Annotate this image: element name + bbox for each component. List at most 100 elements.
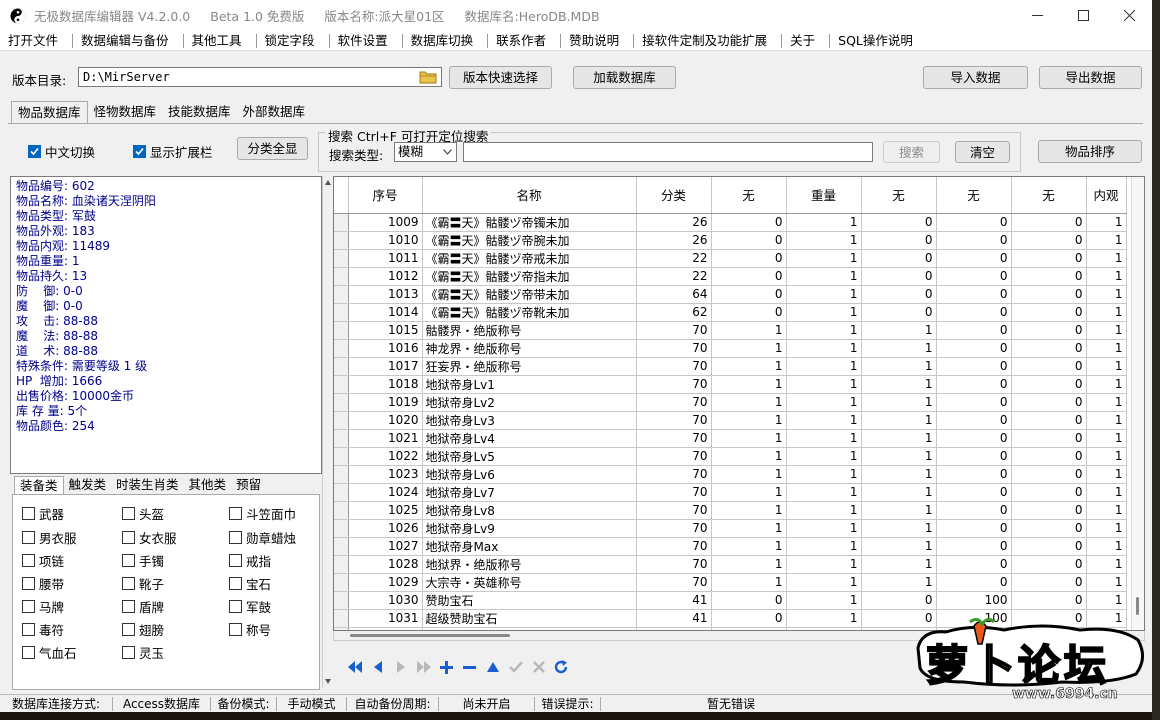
show-all-categories-button[interactable]: 分类全显 bbox=[237, 137, 308, 160]
column-header[interactable]: 无 bbox=[711, 177, 787, 214]
row-indicator[interactable] bbox=[334, 303, 349, 322]
table-cell[interactable]: 1012 bbox=[348, 267, 423, 286]
table-cell[interactable]: 1 bbox=[786, 303, 862, 322]
table-cell[interactable]: 《霸〓天》骷髅ヅ帝戒未加 bbox=[422, 249, 637, 268]
table-cell[interactable]: 0 bbox=[861, 303, 937, 322]
menu-open-file[interactable]: 打开文件 bbox=[0, 33, 74, 48]
row-indicator[interactable] bbox=[334, 501, 349, 520]
menu-lock-fields[interactable]: 锁定字段 bbox=[257, 33, 330, 48]
table-cell[interactable]: 0 bbox=[711, 231, 787, 250]
table-cell[interactable]: 1 bbox=[1086, 249, 1127, 268]
table-cell[interactable]: 1 bbox=[1086, 393, 1127, 412]
table-cell[interactable]: 1 bbox=[786, 501, 862, 520]
table-cell[interactable]: 1 bbox=[711, 537, 787, 556]
cat-checkbox[interactable]: 男衣服 bbox=[22, 528, 77, 547]
table-cell[interactable]: 《霸〓天》骷髅ヅ帝腕未加 bbox=[422, 231, 637, 250]
table-row[interactable]: 1018 地狱帝身Lv1 70 1 1 1 0 0 1 bbox=[334, 375, 1127, 394]
cancel-record-button[interactable] bbox=[527, 656, 550, 678]
table-cell[interactable]: 1 bbox=[861, 357, 937, 376]
table-cell[interactable]: 1031 bbox=[348, 609, 423, 628]
table-row[interactable]: 1020 地狱帝身Lv3 70 1 1 1 0 0 1 bbox=[334, 411, 1127, 430]
table-cell[interactable]: 0 bbox=[936, 537, 1012, 556]
row-indicator[interactable] bbox=[334, 483, 349, 502]
table-cell[interactable]: 1 bbox=[1086, 573, 1127, 592]
table-cell[interactable]: 0 bbox=[936, 447, 1012, 466]
table-cell[interactable]: 1 bbox=[1086, 591, 1127, 610]
table-cell[interactable]: 64 bbox=[636, 285, 712, 304]
table-cell[interactable]: 0 bbox=[1011, 357, 1087, 376]
table-row[interactable]: 1021 地狱帝身Lv4 70 1 1 1 0 0 1 bbox=[334, 429, 1127, 448]
table-cell[interactable]: 0 bbox=[1011, 537, 1087, 556]
column-header[interactable]: 名称 bbox=[422, 177, 637, 214]
menu-other-tools[interactable]: 其他工具 bbox=[184, 33, 257, 48]
row-indicator[interactable] bbox=[334, 267, 349, 286]
table-cell[interactable]: 1 bbox=[1086, 447, 1127, 466]
table-cell[interactable]: 41 bbox=[636, 609, 712, 628]
tab-external-db[interactable]: 外部数据库 bbox=[237, 101, 312, 123]
row-indicator[interactable] bbox=[334, 285, 349, 304]
table-cell[interactable]: 1 bbox=[861, 393, 937, 412]
table-cell[interactable]: 1 bbox=[1086, 285, 1127, 304]
table-cell[interactable]: 1 bbox=[1086, 411, 1127, 430]
table-cell[interactable]: 1 bbox=[861, 375, 937, 394]
table-cell[interactable]: 1 bbox=[861, 501, 937, 520]
table-cell[interactable]: 1 bbox=[786, 231, 862, 250]
table-cell[interactable]: 地狱帝身Lv9 bbox=[422, 519, 637, 538]
menu-contact[interactable]: 联系作者 bbox=[488, 33, 562, 48]
table-row[interactable]: 1027 地狱帝身Max 70 1 1 1 0 0 1 bbox=[334, 537, 1127, 556]
maximize-button[interactable] bbox=[1060, 0, 1106, 31]
table-row[interactable]: 1012 《霸〓天》骷髅ヅ帝指未加 22 0 1 0 0 0 1 bbox=[334, 267, 1127, 286]
table-cell[interactable]: 0 bbox=[936, 501, 1012, 520]
table-cell[interactable]: 1016 bbox=[348, 339, 423, 358]
table-cell[interactable]: 1 bbox=[861, 411, 937, 430]
row-indicator[interactable] bbox=[334, 447, 349, 466]
table-row[interactable]: 1014 《霸〓天》骷髅ヅ帝靴未加 62 0 1 0 0 0 1 bbox=[334, 303, 1127, 322]
table-cell[interactable]: 大宗寺・英雄称号 bbox=[422, 573, 637, 592]
cat-checkbox[interactable]: 戒指 bbox=[229, 551, 271, 570]
table-cell[interactable]: 1 bbox=[786, 483, 862, 502]
table-cell[interactable]: 1 bbox=[786, 591, 862, 610]
row-indicator[interactable] bbox=[334, 537, 349, 556]
table-cell[interactable]: 0 bbox=[936, 321, 1012, 340]
table-cell[interactable]: 0 bbox=[1011, 483, 1087, 502]
table-cell[interactable]: 70 bbox=[636, 375, 712, 394]
table-cell[interactable]: 赞助宝石 bbox=[422, 591, 637, 610]
row-indicator[interactable] bbox=[334, 573, 349, 592]
folder-browse-icon[interactable] bbox=[419, 70, 437, 84]
scroll-down-arrow-icon[interactable] bbox=[325, 679, 331, 684]
search-button[interactable]: 搜索 bbox=[883, 141, 940, 163]
table-cell[interactable]: 1020 bbox=[348, 411, 423, 430]
row-indicator[interactable] bbox=[334, 339, 349, 358]
table-cell[interactable]: 地狱帝身Lv4 bbox=[422, 429, 637, 448]
table-cell[interactable]: 1 bbox=[1086, 555, 1127, 574]
table-cell[interactable]: 0 bbox=[936, 213, 1012, 232]
table-row[interactable]: 1022 地狱帝身Lv5 70 1 1 1 0 0 1 bbox=[334, 447, 1127, 466]
table-cell[interactable]: 1 bbox=[786, 555, 862, 574]
edit-record-button[interactable] bbox=[481, 656, 504, 678]
table-cell[interactable]: 26 bbox=[636, 231, 712, 250]
table-row[interactable]: 1011 《霸〓天》骷髅ヅ帝戒未加 22 0 1 0 0 0 1 bbox=[334, 249, 1127, 268]
table-cell[interactable]: 1 bbox=[711, 501, 787, 520]
post-record-button[interactable] bbox=[504, 656, 527, 678]
table-cell[interactable]: 0 bbox=[1011, 339, 1087, 358]
table-cell[interactable]: 0 bbox=[1011, 267, 1087, 286]
cat-checkbox[interactable]: 斗笠面巾 bbox=[229, 504, 296, 523]
table-cell[interactable]: 70 bbox=[636, 483, 712, 502]
table-cell[interactable]: 0 bbox=[936, 573, 1012, 592]
table-cell[interactable]: 《霸〓天》骷髅ヅ帝带未加 bbox=[422, 285, 637, 304]
table-cell[interactable]: 1 bbox=[711, 465, 787, 484]
refresh-button[interactable] bbox=[550, 656, 573, 678]
cat-checkbox[interactable]: 军鼓 bbox=[229, 597, 271, 616]
tab-other[interactable]: 其他类 bbox=[184, 476, 232, 494]
table-cell[interactable]: 0 bbox=[1011, 213, 1087, 232]
row-indicator[interactable] bbox=[334, 321, 349, 340]
table-cell[interactable]: 0 bbox=[1011, 573, 1087, 592]
table-cell[interactable]: 地狱帝身Lv7 bbox=[422, 483, 637, 502]
table-row[interactable]: 1019 地狱帝身Lv2 70 1 1 1 0 0 1 bbox=[334, 393, 1127, 412]
table-cell[interactable]: 1029 bbox=[348, 573, 423, 592]
table-cell[interactable]: 1 bbox=[1086, 465, 1127, 484]
table-cell[interactable]: 70 bbox=[636, 501, 712, 520]
table-row[interactable]: 1010 《霸〓天》骷髅ヅ帝腕未加 26 0 1 0 0 0 1 bbox=[334, 231, 1127, 250]
table-cell[interactable]: 地狱帝身Lv2 bbox=[422, 393, 637, 412]
table-cell[interactable]: 0 bbox=[711, 213, 787, 232]
